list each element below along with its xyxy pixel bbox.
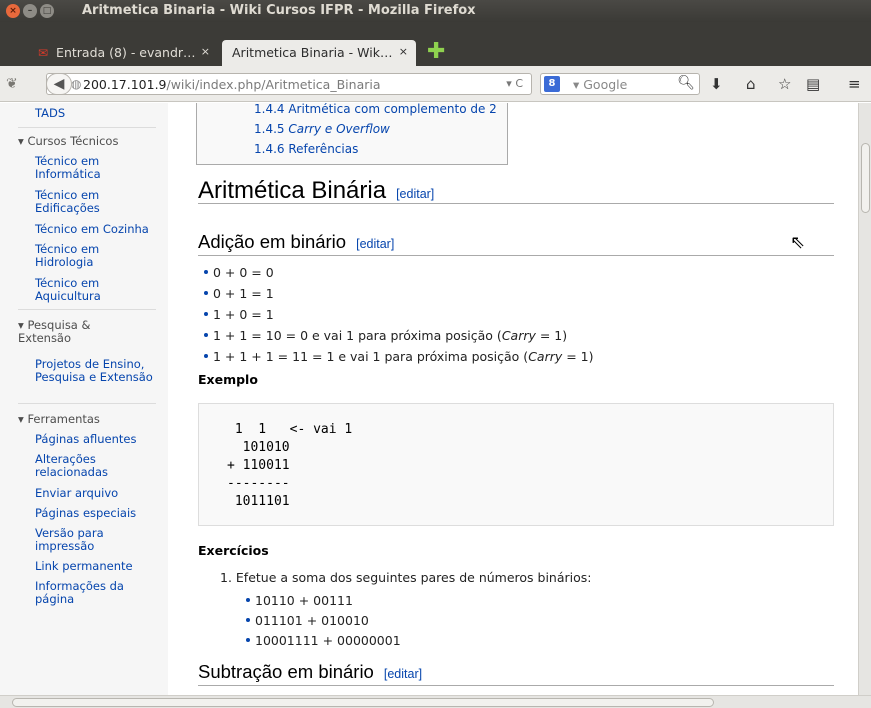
sidebar-item-afluentes[interactable]: Páginas afluentes — [35, 433, 136, 446]
sidebar-item-hidrologia[interactable]: Técnico em Hidrologia — [35, 243, 155, 269]
window-minimize-button[interactable]: – — [23, 4, 37, 18]
sidebar-item-especiais[interactable]: Páginas especiais — [35, 507, 136, 520]
sidebar-item-edificacoes[interactable]: Técnico em Edificações — [35, 189, 155, 215]
sidebar-item-cozinha[interactable]: Técnico em Cozinha — [35, 223, 149, 236]
tab-gmail[interactable]: ✉ Entrada (8) - evandr… × — [28, 40, 218, 66]
list-item: 1 + 0 = 1 — [204, 307, 274, 322]
code-line: 1011101 — [227, 494, 290, 509]
home-icon[interactable]: ⌂ — [746, 75, 756, 93]
mouse-cursor-icon: ⇖ — [790, 232, 806, 253]
list-item: 10110 + 00111 — [246, 593, 353, 608]
download-icon[interactable]: ⬇ — [710, 75, 723, 93]
edit-link[interactable]: [editar] — [356, 237, 394, 251]
tab-close-icon[interactable]: × — [399, 45, 408, 58]
toc-item[interactable]: 1.4.4 Aritmética com complemento de 2 — [254, 103, 497, 116]
tab-label: Aritmetica Binaria - Wik… — [232, 45, 393, 60]
window-titlebar: × – □ Aritmetica Binaria - Wiki Cursos I… — [0, 0, 871, 22]
tab-close-icon[interactable]: × — [201, 45, 210, 58]
code-line: -------- — [227, 476, 290, 491]
exercises-label: Exercícios — [198, 543, 269, 558]
tab-bar: ✉ Entrada (8) - evandr… × Aritmetica Bin… — [0, 22, 871, 66]
window-maximize-button[interactable]: □ — [40, 4, 54, 18]
window-controls: × – □ — [6, 4, 54, 18]
new-tab-icon[interactable]: ✚ — [427, 41, 445, 63]
tab-aritmetica[interactable]: Aritmetica Binaria - Wik… × — [222, 40, 416, 66]
example-label: Exemplo — [198, 372, 258, 387]
heading-rule — [198, 685, 834, 686]
exercise-item: 1. Efetue a soma dos seguintes pares de … — [220, 570, 592, 585]
mail-icon: ✉ — [38, 46, 49, 60]
sidebar-divider — [18, 127, 156, 128]
menu-icon[interactable]: ≡ — [848, 75, 861, 93]
code-line: 1 1 <- vai 1 — [227, 422, 353, 437]
back-button[interactable]: ◀ — [46, 73, 72, 95]
heading-rule — [198, 203, 834, 204]
sidebar-item-aquicultura[interactable]: Técnico em Aquicultura — [35, 277, 155, 303]
code-block: 1 1 <- vai 1 101010 + 110011 -------- 10… — [198, 403, 834, 526]
google-icon[interactable]: 8 — [544, 76, 560, 92]
sidebar-item-permanente[interactable]: Link permanente — [35, 560, 133, 573]
tab-label: Entrada (8) - evandr… — [56, 45, 196, 60]
navigation-toolbar: ❦ ◍ 200.17.101.9/wiki/index.php/Aritmeti… — [0, 66, 871, 102]
sidebar-item-tads[interactable]: TADS — [35, 107, 65, 120]
section-heading-adicao: Adição em binário [editar] — [198, 231, 395, 252]
search-bar[interactable]: 8 ▾ Google 🔍︎ — [540, 73, 700, 95]
sidebar-item-enviar[interactable]: Enviar arquivo — [35, 487, 118, 500]
sidebar-heading-pesquisa[interactable]: ▾ Pesquisa & Extensão — [18, 319, 138, 345]
sidebar-heading-ferramentas[interactable]: ▾ Ferramentas — [18, 413, 100, 426]
bookmarks-menu-icon[interactable]: ▤ — [806, 75, 820, 93]
sidebar-divider — [18, 403, 156, 404]
toc-item[interactable]: 1.4.5 Carry e Overflow — [254, 122, 390, 136]
code-line: + 110011 — [227, 458, 290, 473]
sidebar-divider — [18, 309, 156, 310]
sidebar-item-informacoes[interactable]: Informações da página — [35, 580, 145, 606]
url-text: 200.17.101.9/wiki/index.php/Aritmetica_B… — [83, 77, 381, 92]
bookmark-star-icon[interactable]: ☆ — [778, 75, 791, 93]
window-title: Aritmetica Binaria - Wiki Cursos IFPR - … — [82, 3, 476, 18]
search-icon[interactable]: 🔍︎ — [677, 75, 695, 91]
reload-icon[interactable]: ▾ C — [506, 77, 523, 90]
horizontal-scroll-thumb[interactable] — [12, 698, 714, 707]
vertical-scroll-thumb[interactable] — [861, 143, 870, 213]
back-arrow-icon: ◀ — [53, 76, 65, 92]
window-close-button[interactable]: × — [6, 4, 20, 18]
list-item: 10001111 + 00000001 — [246, 633, 401, 648]
toc-item[interactable]: 1.4.6 Referências — [254, 142, 358, 156]
table-of-contents: 1.4.4 Aritmética com complemento de 2 1.… — [196, 103, 508, 165]
list-item: 1 + 1 = 10 = 0 e vai 1 para próxima posi… — [204, 328, 567, 343]
code-line: 101010 — [227, 440, 290, 455]
list-item: 0 + 1 = 1 — [204, 286, 274, 301]
sidebar-heading-cursos[interactable]: ▾ Cursos Técnicos — [18, 135, 118, 148]
page-title: Aritmética Binária [editar] — [198, 177, 435, 204]
edit-link[interactable]: [editar] — [396, 187, 434, 201]
list-item: 0 + 0 = 0 — [204, 265, 274, 280]
sidebar-item-alteracoes[interactable]: Alterações relacionadas — [35, 453, 145, 479]
search-placeholder: ▾ Google — [573, 77, 628, 92]
main-content: 1.4.4 Aritmética com complemento de 2 1.… — [168, 103, 858, 695]
url-bar[interactable]: ◍ 200.17.101.9/wiki/index.php/Aritmetica… — [46, 73, 532, 95]
globe-icon: ◍ — [71, 77, 82, 91]
identity-icon[interactable]: ❦ — [6, 76, 18, 92]
sidebar-item-informatica[interactable]: Técnico em Informática — [35, 155, 155, 181]
edit-link[interactable]: [editar] — [384, 667, 422, 681]
list-item: 011101 + 010010 — [246, 613, 369, 628]
sidebar-item-impressao[interactable]: Versão para impressão — [35, 527, 145, 553]
horizontal-scrollbar[interactable] — [0, 695, 871, 708]
vertical-scrollbar[interactable] — [858, 103, 871, 695]
heading-rule — [198, 255, 834, 256]
sidebar: TADS ▾ Cursos Técnicos Técnico em Inform… — [0, 103, 168, 695]
sidebar-item-projetos[interactable]: Projetos de Ensino, Pesquisa e Extensão — [35, 358, 163, 384]
section-heading-subtracao: Subtração em binário [editar] — [198, 661, 423, 682]
list-item: 1 + 1 + 1 = 11 = 1 e vai 1 para próxima … — [204, 349, 594, 364]
